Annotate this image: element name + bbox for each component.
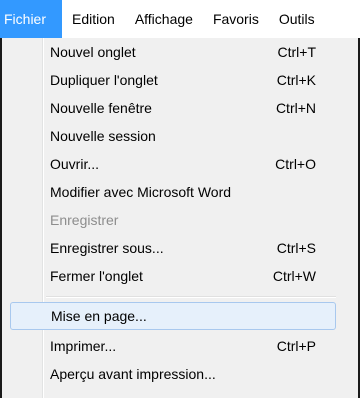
menu-item-enregistrer: Enregistrer xyxy=(10,206,336,234)
menu-item-shortcut: Ctrl+S xyxy=(276,240,316,256)
menu-item-modifier-avec-word[interactable]: Modifier avec Microsoft Word xyxy=(10,178,336,206)
menu-item-shortcut: Ctrl+W xyxy=(272,268,316,284)
menu-item-nouvel-onglet[interactable]: Nouvel onglet Ctrl+T xyxy=(10,38,336,66)
menu-item-label: Nouvelle session xyxy=(50,128,156,144)
menu-item-imprimer[interactable]: Imprimer... Ctrl+P xyxy=(10,332,336,360)
menu-item-label: Dupliquer l'onglet xyxy=(50,72,158,88)
menu-item-enregistrer-sous[interactable]: Enregistrer sous... Ctrl+S xyxy=(10,234,336,262)
fichier-dropdown-menu: Nouvel onglet Ctrl+T Dupliquer l'onglet … xyxy=(0,38,360,398)
browser-window: Fichier Edition Affichage Favoris Outils… xyxy=(0,0,362,398)
menu-item-nouvelle-session[interactable]: Nouvelle session xyxy=(10,122,336,150)
menu-item-dupliquer-onglet[interactable]: Dupliquer l'onglet Ctrl+K xyxy=(10,66,336,94)
menu-item-nouvelle-fenetre[interactable]: Nouvelle fenêtre Ctrl+N xyxy=(10,94,336,122)
menu-favoris[interactable]: Favoris xyxy=(203,0,269,38)
menu-fichier[interactable]: Fichier xyxy=(0,0,62,38)
menu-item-label: Fermer l'onglet xyxy=(50,268,143,284)
menu-item-mise-en-page[interactable]: Mise en page... xyxy=(10,302,336,330)
menu-edition[interactable]: Edition xyxy=(62,0,125,38)
menu-bar: Fichier Edition Affichage Favoris Outils xyxy=(0,0,362,38)
menu-item-shortcut: Ctrl+K xyxy=(276,72,316,88)
menu-item-label: Nouvelle fenêtre xyxy=(50,100,152,116)
menu-item-label: Imprimer... xyxy=(50,338,117,354)
menu-item-label: Nouvel onglet xyxy=(50,44,136,60)
menu-item-shortcut: Ctrl+O xyxy=(275,156,316,172)
menu-item-label: Ouvrir... xyxy=(50,156,100,172)
menu-separator xyxy=(46,296,336,298)
menu-affichage[interactable]: Affichage xyxy=(125,0,203,38)
menu-item-label: Modifier avec Microsoft Word xyxy=(50,184,232,200)
menu-item-apercu-avant-impression[interactable]: Aperçu avant impression... xyxy=(10,360,336,388)
menu-item-label: Enregistrer xyxy=(50,212,119,228)
menu-item-label: Enregistrer sous... xyxy=(50,240,164,256)
menu-item-label: Mise en page... xyxy=(51,308,147,324)
menu-item-shortcut: Ctrl+N xyxy=(275,100,316,116)
menu-item-ouvrir[interactable]: Ouvrir... Ctrl+O xyxy=(10,150,336,178)
menu-outils[interactable]: Outils xyxy=(269,0,325,38)
menu-item-shortcut: Ctrl+T xyxy=(277,44,317,60)
menu-item-fermer-onglet[interactable]: Fermer l'onglet Ctrl+W xyxy=(10,262,336,290)
menu-item-label: Aperçu avant impression... xyxy=(50,366,216,382)
menu-item-shortcut: Ctrl+P xyxy=(276,338,316,354)
